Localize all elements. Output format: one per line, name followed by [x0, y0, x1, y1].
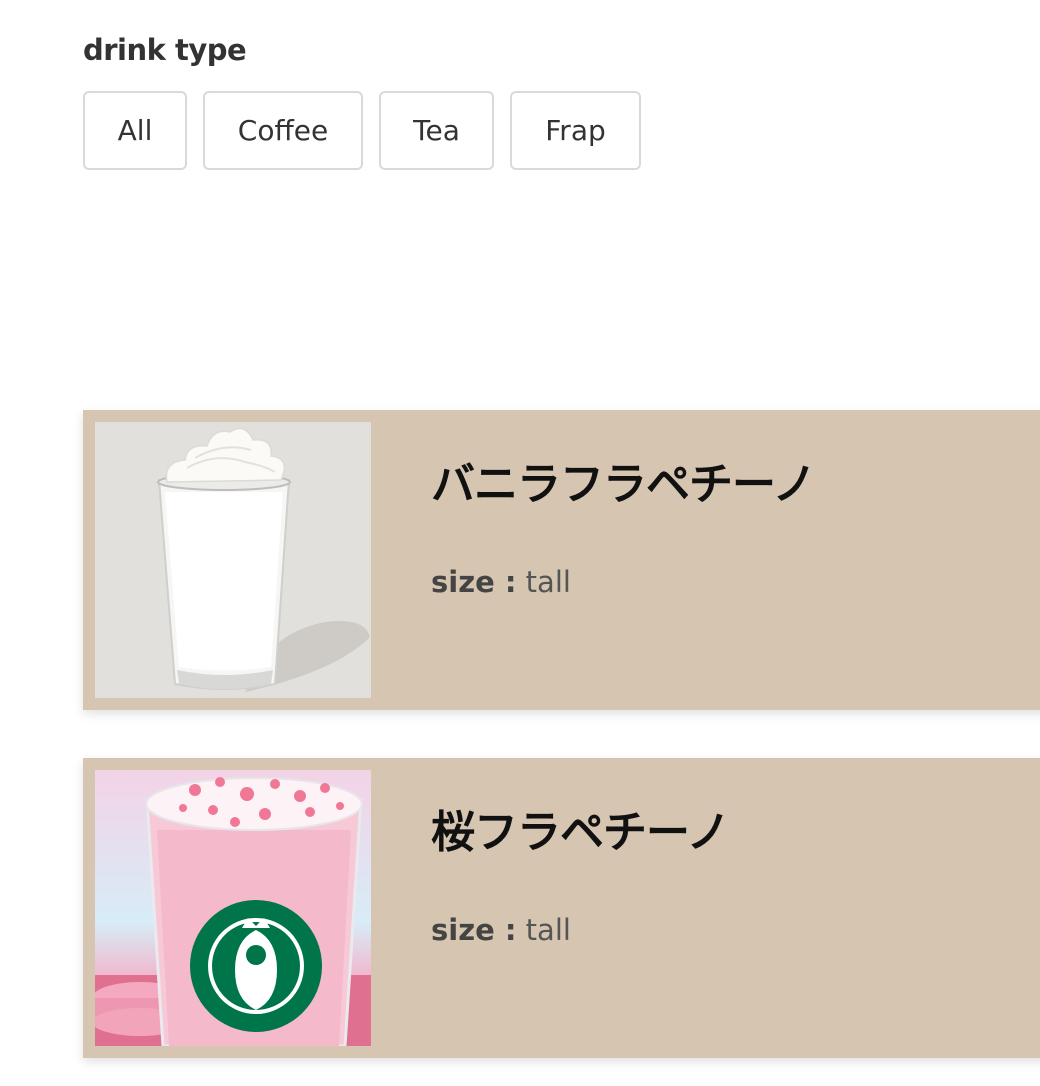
drink-type-filter: drink type All Coffee Tea Frap — [83, 30, 641, 170]
drink-size: size : tall — [431, 565, 571, 599]
filter-title: drink type — [83, 33, 247, 67]
filter-frap-button[interactable]: Frap — [510, 91, 641, 170]
sakura-frappuccino-photo-icon — [95, 770, 371, 1046]
size-value: tall — [525, 913, 571, 947]
filter-tea-button[interactable]: Tea — [379, 91, 494, 170]
vanilla-frappuccino-photo-icon — [95, 422, 371, 698]
filter-coffee-button[interactable]: Coffee — [203, 91, 363, 170]
size-label: size : — [431, 913, 517, 947]
drink-name: バニラフラペチーノ — [431, 459, 816, 510]
drink-card[interactable]: 桜フラペチーノ size : tall — [83, 758, 1040, 1058]
vanilla-frappuccino-image — [95, 422, 371, 698]
drink-size: size : tall — [431, 913, 571, 947]
size-label: size : — [431, 565, 517, 599]
sakura-frappuccino-image — [95, 770, 371, 1046]
drink-name: 桜フラペチーノ — [431, 807, 730, 858]
drink-card[interactable]: バニラフラペチーノ size : tall — [83, 410, 1040, 710]
size-value: tall — [525, 565, 571, 599]
filter-all-button[interactable]: All — [83, 91, 187, 170]
